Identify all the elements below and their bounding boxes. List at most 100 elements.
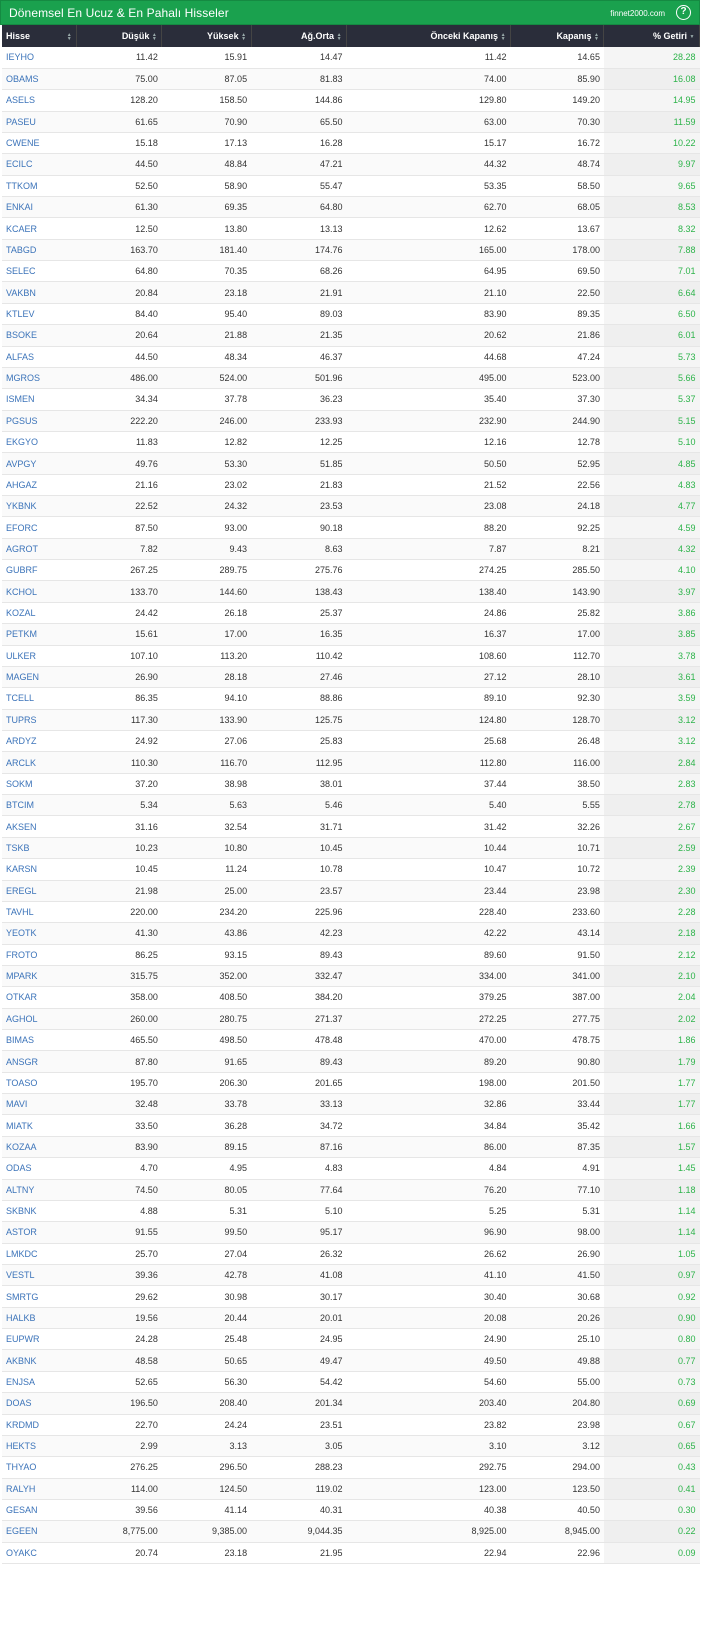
cell-symbol[interactable]: AHGAZ [2, 474, 77, 497]
cell-symbol[interactable]: TAVHL [2, 901, 77, 924]
cell-symbol[interactable]: ENKAI [2, 196, 77, 219]
table-row[interactable]: MPARK 315.75 352.00 332.47 334.00 341.00 2.10 [2, 965, 700, 988]
column-header-ag-orta[interactable]: Ağ.Orta ▲ ▼ [251, 25, 348, 47]
cell-symbol[interactable]: ALTNY [2, 1179, 77, 1201]
table-row[interactable]: AVPGY 49.76 53.30 51.85 50.50 52.95 4.85 [2, 452, 700, 475]
cell-symbol[interactable]: FROTO [2, 944, 77, 966]
cell-symbol[interactable]: TCELL [2, 687, 77, 710]
column-header-yuksek[interactable]: Yüksek ▲ ▼ [161, 25, 252, 47]
site-link[interactable]: finnet2000.com [610, 9, 665, 18]
sort-icon[interactable]: ▲ ▼ [500, 32, 506, 41]
cell-symbol[interactable]: AGHOL [2, 1008, 77, 1031]
cell-symbol[interactable]: THYAO [2, 1456, 77, 1479]
table-row[interactable]: AKBNK 48.58 50.65 49.47 49.50 49.88 0.77 [2, 1349, 700, 1372]
table-row[interactable]: ARDYZ 24.92 27.06 25.83 25.68 26.48 3.12 [2, 730, 700, 753]
table-row[interactable]: BIMAS 465.50 498.50 478.48 470.00 478.75 1.86 [2, 1029, 700, 1052]
table-row[interactable]: KOZAL 24.42 26.18 25.37 24.86 25.82 3.86 [2, 602, 700, 625]
cell-symbol[interactable]: TABGD [2, 239, 77, 262]
cell-symbol[interactable]: BSOKE [2, 324, 77, 347]
table-row[interactable]: EUPWR 24.28 25.48 24.95 24.90 25.10 0.80 [2, 1328, 700, 1351]
table-row[interactable]: SKBNK 4.88 5.31 5.10 5.25 5.31 1.14 [2, 1200, 700, 1223]
cell-symbol[interactable]: TOASO [2, 1072, 77, 1095]
table-row[interactable]: AHGAZ 21.16 23.02 21.83 21.52 22.56 4.83 [2, 474, 700, 497]
cell-symbol[interactable]: IEYHO [2, 47, 77, 69]
table-row[interactable]: MAGEN 26.90 28.18 27.46 27.12 28.10 3.61 [2, 666, 700, 689]
table-row[interactable]: ISMEN 34.34 37.78 36.23 35.40 37.30 5.37 [2, 388, 700, 411]
table-row[interactable]: TAVHL 220.00 234.20 225.96 228.40 233.60 2.28 [2, 901, 700, 924]
table-row[interactable]: TOASO 195.70 206.30 201.65 198.00 201.50 1.77 [2, 1072, 700, 1095]
table-row[interactable]: TCELL 86.35 94.10 88.86 89.10 92.30 3.59 [2, 687, 700, 710]
table-row[interactable]: ASTOR 91.55 99.50 95.17 96.90 98.00 1.14 [2, 1221, 700, 1244]
table-row[interactable]: KARSN 10.45 11.24 10.78 10.47 10.72 2.39 [2, 858, 700, 881]
sort-icon[interactable]: ▲ ▼ [593, 32, 599, 41]
cell-symbol[interactable]: ARDYZ [2, 730, 77, 753]
cell-symbol[interactable]: OBAMS [2, 68, 77, 91]
cell-symbol[interactable]: LMKDC [2, 1243, 77, 1265]
table-row[interactable]: MGROS 486.00 524.00 501.96 495.00 523.00 5.66 [2, 367, 700, 390]
column-header-hisse[interactable]: Hisse ▲ ▼ [2, 25, 78, 47]
table-row[interactable]: TSKB 10.23 10.80 10.45 10.44 10.71 2.59 [2, 837, 700, 860]
column-header-onceki-kapanis[interactable]: Önceki Kapanış ▲ ▼ [346, 25, 512, 47]
cell-symbol[interactable]: EFORC [2, 516, 77, 539]
cell-symbol[interactable]: GESAN [2, 1499, 77, 1522]
cell-symbol[interactable]: PGSUS [2, 410, 77, 432]
table-row[interactable]: MAVI 32.48 33.78 33.13 32.86 33.44 1.77 [2, 1093, 700, 1116]
table-row[interactable]: KOZAA 83.90 89.15 87.16 86.00 87.35 1.57 [2, 1136, 700, 1159]
table-row[interactable]: TUPRS 117.30 133.90 125.75 124.80 128.70 3.12 [2, 709, 700, 732]
help-icon[interactable]: ? [676, 5, 691, 20]
cell-symbol[interactable]: RALYH [2, 1478, 77, 1500]
cell-symbol[interactable]: SELEC [2, 260, 77, 283]
cell-symbol[interactable]: TUPRS [2, 709, 77, 732]
table-row[interactable]: YEOTK 41.30 43.86 42.23 42.22 43.14 2.18 [2, 922, 700, 945]
cell-symbol[interactable]: PETKM [2, 623, 77, 646]
table-row[interactable]: EREGL 21.98 25.00 23.57 23.44 23.98 2.30 [2, 880, 700, 902]
cell-symbol[interactable]: KRDMD [2, 1414, 77, 1436]
cell-symbol[interactable]: EUPWR [2, 1328, 77, 1351]
table-row[interactable]: FROTO 86.25 93.15 89.43 89.60 91.50 2.12 [2, 944, 700, 966]
sort-icon[interactable]: ▲ ▼ [241, 32, 247, 41]
table-row[interactable]: ODAS 4.70 4.95 4.83 4.84 4.91 1.45 [2, 1157, 700, 1180]
cell-symbol[interactable]: OTKAR [2, 986, 77, 1009]
cell-symbol[interactable]: ASELS [2, 89, 77, 112]
cell-symbol[interactable]: MAVI [2, 1093, 77, 1116]
table-row[interactable]: HALKB 19.56 20.44 20.01 20.08 20.26 0.90 [2, 1307, 700, 1330]
cell-symbol[interactable]: TSKB [2, 837, 77, 860]
cell-symbol[interactable]: ALFAS [2, 346, 77, 368]
table-row[interactable]: GESAN 39.56 41.14 40.31 40.38 40.50 0.30 [2, 1499, 700, 1522]
table-row[interactable]: AGHOL 260.00 280.75 271.37 272.25 277.75 2.02 [2, 1008, 700, 1031]
cell-symbol[interactable]: KARSN [2, 858, 77, 881]
cell-symbol[interactable]: ULKER [2, 645, 77, 667]
cell-symbol[interactable]: AVPGY [2, 452, 77, 475]
cell-symbol[interactable]: SMRTG [2, 1285, 77, 1308]
table-row[interactable]: KTLEV 84.40 95.40 89.03 83.90 89.35 6.50 [2, 303, 700, 326]
table-row[interactable]: EFORC 87.50 93.00 90.18 88.20 92.25 4.59 [2, 516, 700, 539]
cell-symbol[interactable]: ODAS [2, 1157, 77, 1180]
table-row[interactable]: BSOKE 20.64 21.88 21.35 20.62 21.86 6.01 [2, 324, 700, 347]
table-row[interactable]: ANSGR 87.80 91.65 89.43 89.20 90.80 1.79 [2, 1050, 700, 1073]
table-row[interactable]: HEKTS 2.99 3.13 3.05 3.10 3.12 0.65 [2, 1435, 700, 1458]
table-row[interactable]: OYAKC 20.74 23.18 21.95 22.94 22.96 0.09 [2, 1542, 700, 1565]
table-row[interactable]: LMKDC 25.70 27.04 26.32 26.62 26.90 1.05 [2, 1243, 700, 1265]
cell-symbol[interactable]: ARCLK [2, 751, 77, 774]
table-row[interactable]: TTKOM 52.50 58.90 55.47 53.35 58.50 9.65 [2, 175, 700, 198]
table-row[interactable]: ENJSA 52.65 56.30 54.42 54.60 55.00 0.73 [2, 1371, 700, 1394]
cell-symbol[interactable]: GUBRF [2, 559, 77, 582]
cell-symbol[interactable]: MPARK [2, 965, 77, 988]
table-row[interactable]: BTCIM 5.34 5.63 5.46 5.40 5.55 2.78 [2, 794, 700, 817]
table-row[interactable]: THYAO 276.25 296.50 288.23 292.75 294.00 0.43 [2, 1456, 700, 1479]
table-row[interactable]: ALTNY 74.50 80.05 77.64 76.20 77.10 1.18 [2, 1179, 700, 1201]
cell-symbol[interactable]: ENJSA [2, 1371, 77, 1394]
column-header-kapanis[interactable]: Kapanış ▲ ▼ [510, 25, 605, 47]
table-row[interactable]: OBAMS 75.00 87.05 81.83 74.00 85.90 16.08 [2, 68, 700, 91]
cell-symbol[interactable]: TTKOM [2, 175, 77, 198]
cell-symbol[interactable]: OYAKC [2, 1542, 77, 1565]
table-row[interactable]: PETKM 15.61 17.00 16.35 16.37 17.00 3.85 [2, 623, 700, 646]
table-row[interactable]: KCAER 12.50 13.80 13.13 12.62 13.67 8.32 [2, 217, 700, 240]
table-row[interactable]: OTKAR 358.00 408.50 384.20 379.25 387.00 2.04 [2, 986, 700, 1009]
sort-icon[interactable]: ▼ [689, 34, 695, 39]
cell-symbol[interactable]: MIATK [2, 1114, 77, 1137]
cell-symbol[interactable]: ISMEN [2, 388, 77, 411]
sort-icon[interactable]: ▲ ▼ [66, 33, 72, 42]
cell-symbol[interactable]: HEKTS [2, 1435, 77, 1458]
table-row[interactable]: ASELS 128.20 158.50 144.86 129.80 149.20 14.95 [2, 89, 700, 112]
